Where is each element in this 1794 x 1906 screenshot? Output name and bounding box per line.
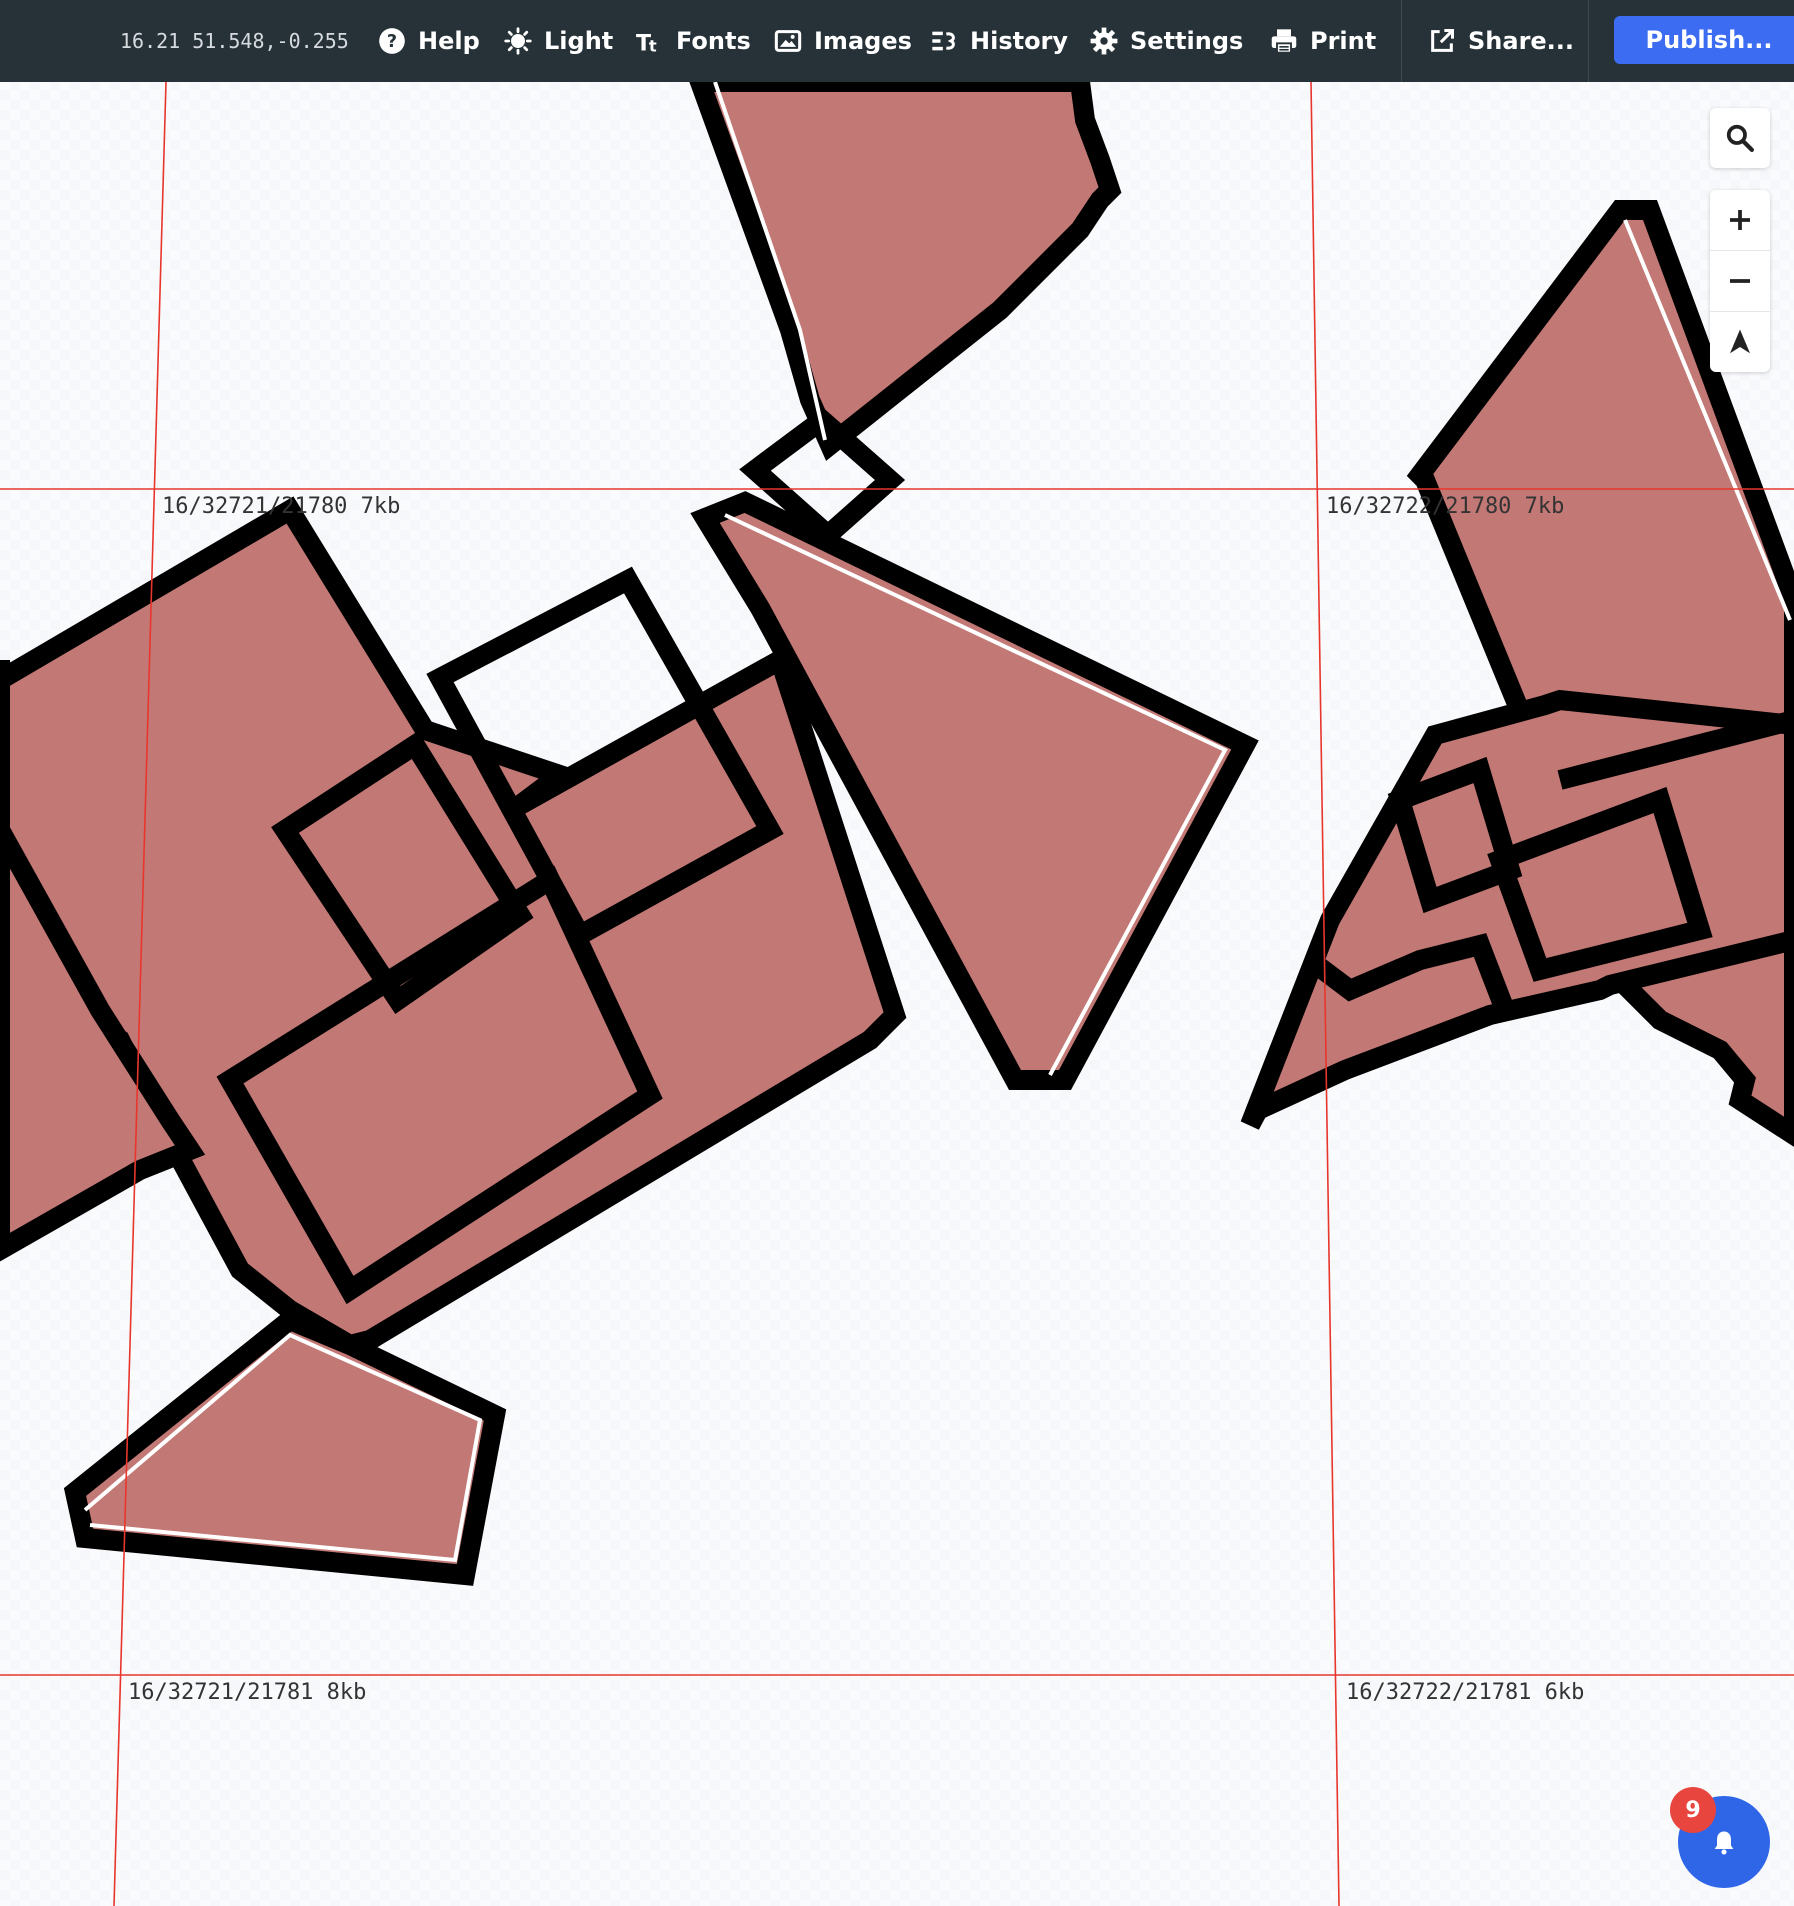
light-label: Light	[544, 27, 614, 55]
compass-arrow-icon	[1730, 329, 1750, 354]
fonts-button[interactable]: Tt Fonts	[636, 0, 751, 82]
history-icon	[932, 31, 955, 51]
printer-icon	[1271, 29, 1297, 54]
image-icon	[774, 30, 802, 52]
text-size-icon: Tt	[636, 30, 657, 56]
help-icon: ?	[379, 28, 405, 54]
tile-label: 16/32721/21780 7kb	[162, 494, 401, 519]
map-search-button[interactable]	[1710, 108, 1770, 168]
settings-button[interactable]: Settings	[1090, 0, 1243, 82]
map-vector-layer	[0, 82, 1794, 1906]
history-button[interactable]: History	[930, 0, 1068, 82]
minus-icon	[1730, 279, 1750, 283]
sun-icon	[504, 27, 532, 55]
settings-label: Settings	[1130, 27, 1244, 55]
tile-label: 16/32722/21781 6kb	[1346, 1680, 1585, 1705]
zoom-in-button[interactable]	[1710, 190, 1770, 250]
plus-icon	[1730, 210, 1750, 230]
bell-icon	[1714, 1831, 1734, 1855]
reset-north-button[interactable]	[1710, 311, 1770, 372]
toolbar-divider	[1588, 0, 1589, 82]
svg-text:?: ?	[387, 32, 397, 52]
print-label: Print	[1310, 27, 1377, 55]
publish-button[interactable]: Publish...	[1614, 16, 1794, 64]
search-control	[1710, 108, 1770, 168]
images-label: Images	[814, 27, 912, 55]
toolbar-divider	[1401, 0, 1402, 82]
notification-count-badge: 9	[1670, 1787, 1716, 1833]
images-button[interactable]: Images	[774, 0, 912, 82]
share-icon	[1431, 28, 1455, 52]
zoom-out-button[interactable]	[1710, 250, 1770, 311]
tile-label: 16/32722/21780 7kb	[1326, 494, 1565, 519]
coordinates-readout: 16.21 51.548,-0.255	[120, 29, 349, 53]
print-button[interactable]: Print	[1270, 0, 1376, 82]
share-label: Share...	[1468, 27, 1575, 55]
share-button[interactable]: Share...	[1428, 0, 1574, 82]
zoom-control	[1710, 190, 1770, 372]
history-label: History	[970, 27, 1069, 55]
fonts-label: Fonts	[676, 27, 751, 55]
help-button[interactable]: ? Help	[378, 0, 480, 82]
gear-icon	[1090, 27, 1118, 55]
light-button[interactable]: Light	[504, 0, 613, 82]
top-toolbar: 16.21 51.548,-0.255 ? Help Light Tt Font…	[0, 0, 1794, 82]
search-icon	[1726, 124, 1754, 152]
map-canvas[interactable]: 16/32721/21780 7kb 16/32722/21780 7kb 16…	[0, 82, 1794, 1906]
svg-text:t: t	[649, 37, 657, 56]
tile-label: 16/32721/21781 8kb	[128, 1680, 367, 1705]
help-label: Help	[418, 27, 480, 55]
